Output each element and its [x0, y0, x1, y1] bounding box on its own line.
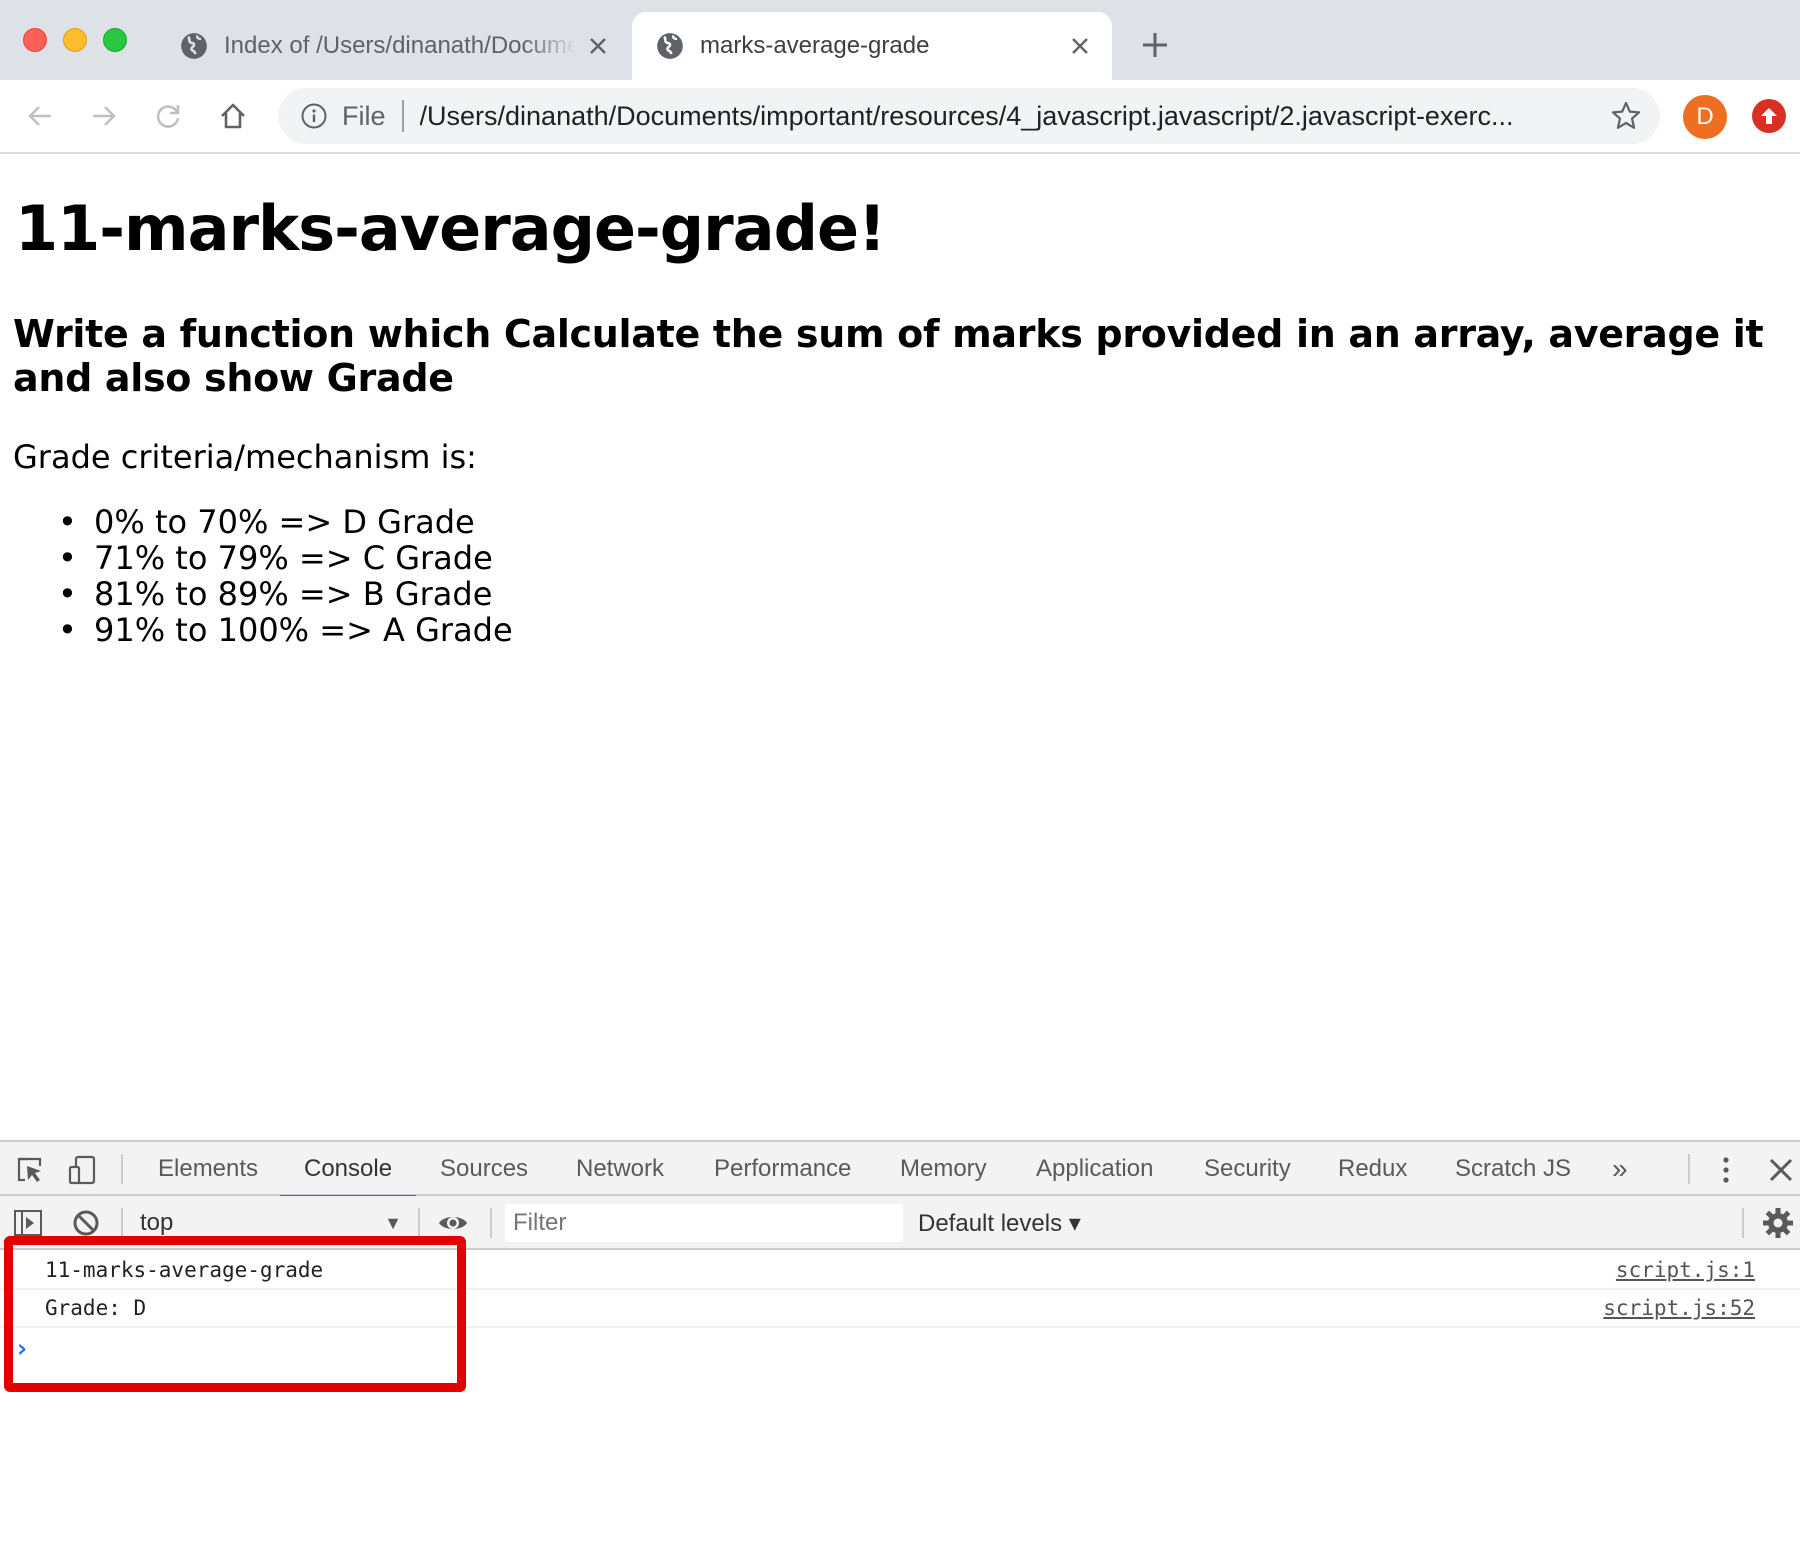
devtools-panel: Elements Console Sources Network Perform…: [0, 1140, 1800, 1550]
message-source-link[interactable]: script.js:1: [1616, 1258, 1755, 1282]
more-tabs-button[interactable]: »: [1612, 1142, 1628, 1196]
reload-button[interactable]: [150, 98, 186, 134]
browser-toolbar: File /Users/dinanath/Documents/important…: [0, 80, 1800, 154]
page-title: 11-marks-average-grade!: [15, 192, 886, 265]
context-value: top: [140, 1209, 174, 1236]
context-selector[interactable]: top ▼: [140, 1206, 402, 1240]
divider: [401, 100, 404, 132]
info-icon[interactable]: [300, 102, 328, 130]
devtools-tab-security[interactable]: Security: [1204, 1142, 1291, 1196]
page-subheading: Write a function which Calculate the sum…: [13, 312, 1764, 400]
tab-strip: Index of /Users/dinanath/Documents marks…: [0, 0, 1800, 80]
tab-marks-average-grade[interactable]: marks-average-grade: [632, 12, 1112, 80]
inspect-element-icon[interactable]: [14, 1154, 46, 1186]
message-source-link[interactable]: script.js:52: [1603, 1296, 1755, 1320]
message-text: 11-marks-average-grade: [45, 1258, 324, 1282]
list-item: 0% to 70% => D Grade: [58, 504, 513, 540]
tab-index[interactable]: Index of /Users/dinanath/Documents: [170, 12, 630, 80]
devtools-tab-bar: Elements Console Sources Network Perform…: [0, 1142, 1800, 1198]
eye-icon[interactable]: [437, 1207, 469, 1239]
close-tab-icon[interactable]: [586, 34, 610, 58]
devtools-tab-performance[interactable]: Performance: [714, 1142, 851, 1196]
window-maximize-button[interactable]: [103, 28, 127, 52]
criteria-intro: Grade criteria/mechanism is:: [13, 438, 477, 476]
divider: [1742, 1208, 1744, 1238]
avatar-initial: D: [1696, 103, 1714, 130]
console-output: 11-marks-average-grade script.js:1 Grade…: [0, 1252, 1800, 1368]
gear-icon[interactable]: [1762, 1207, 1794, 1239]
divider: [1688, 1154, 1690, 1184]
home-button[interactable]: [215, 98, 251, 134]
divider: [121, 1154, 123, 1184]
list-item: 91% to 100% => A Grade: [58, 612, 513, 648]
console-message: 11-marks-average-grade script.js:1: [0, 1252, 1800, 1290]
globe-icon: [657, 33, 683, 59]
devtools-tab-scratch-js[interactable]: Scratch JS: [1455, 1142, 1571, 1196]
url-text[interactable]: /Users/dinanath/Documents/important/reso…: [420, 101, 1590, 132]
back-button[interactable]: [22, 98, 58, 134]
console-prompt[interactable]: ›: [0, 1328, 1800, 1368]
kebab-menu-icon[interactable]: [1710, 1154, 1742, 1186]
tab-title: marks-average-grade: [700, 32, 930, 59]
url-scheme-label: File: [342, 100, 386, 131]
message-text: Grade: D: [45, 1296, 147, 1320]
list-item: 81% to 89% => B Grade: [58, 576, 513, 612]
prompt-chevron-icon: ›: [14, 1334, 30, 1364]
forward-button[interactable]: [86, 98, 122, 134]
devtools-tab-console[interactable]: Console: [279, 1142, 417, 1198]
clear-console-icon[interactable]: [70, 1207, 102, 1239]
page-content: 11-marks-average-grade! Write a function…: [0, 156, 1800, 1140]
devtools-tab-network[interactable]: Network: [576, 1142, 664, 1196]
globe-icon: [181, 33, 207, 59]
log-levels-dropdown[interactable]: Default levels ▾: [918, 1206, 1081, 1240]
close-devtools-icon[interactable]: [1765, 1154, 1797, 1186]
divider: [490, 1208, 492, 1238]
devtools-tab-application[interactable]: Application: [1036, 1142, 1153, 1196]
profile-avatar[interactable]: D: [1683, 95, 1727, 139]
reload-icon: [156, 105, 180, 128]
device-toolbar-icon[interactable]: [66, 1154, 98, 1186]
divider: [418, 1208, 420, 1238]
devtools-tab-elements[interactable]: Elements: [158, 1142, 258, 1196]
update-button[interactable]: [1752, 99, 1786, 133]
window-close-button[interactable]: [23, 28, 47, 52]
home-icon: [221, 103, 245, 129]
sidebar-toggle-icon[interactable]: [12, 1207, 44, 1239]
arrow-up-icon: [1761, 108, 1777, 124]
console-toolbar: top ▼ Default levels ▾: [0, 1196, 1800, 1250]
window-minimize-button[interactable]: [63, 28, 87, 52]
arrow-left-icon: [28, 106, 51, 126]
criteria-list: 0% to 70% => D Grade 71% to 79% => C Gra…: [58, 504, 513, 648]
devtools-tab-redux[interactable]: Redux: [1338, 1142, 1407, 1196]
filter-input[interactable]: [505, 1204, 903, 1242]
console-message: Grade: D script.js:52: [0, 1290, 1800, 1328]
list-item: 71% to 79% => C Grade: [58, 540, 513, 576]
bookmark-star-icon[interactable]: [1610, 100, 1642, 132]
address-bar[interactable]: File /Users/dinanath/Documents/important…: [278, 88, 1660, 144]
divider: [121, 1208, 123, 1238]
close-tab-icon[interactable]: [1068, 34, 1092, 58]
new-tab-icon[interactable]: [1138, 28, 1172, 62]
dropdown-arrow-icon: ▼: [384, 1212, 402, 1233]
tab-title: Index of /Users/dinanath/Documents: [224, 32, 576, 59]
arrow-right-icon: [93, 106, 116, 126]
devtools-tab-memory[interactable]: Memory: [900, 1142, 987, 1196]
devtools-tab-sources[interactable]: Sources: [440, 1142, 528, 1196]
